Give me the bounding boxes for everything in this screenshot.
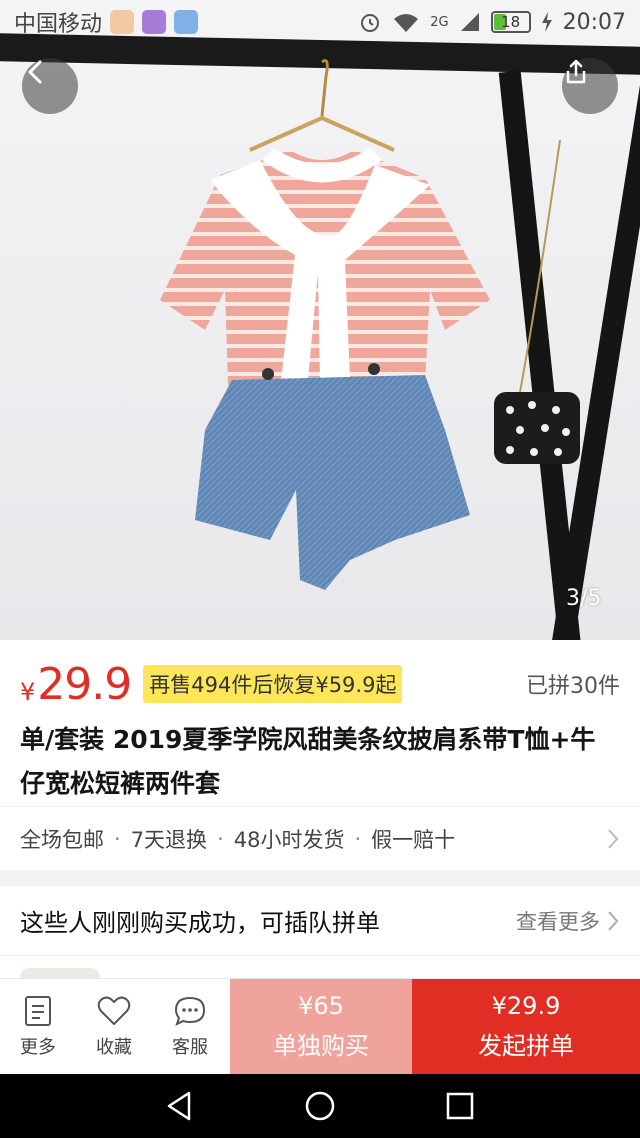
price-restore-tag: 再售494件后恢复¥59.9起 [143,665,403,703]
charging-icon [541,12,552,32]
separator: · [114,826,121,851]
more-button[interactable]: 更多 [0,979,76,1074]
outfit-illustration [160,59,580,590]
chat-bubble-icon [174,996,206,1026]
network-type: 2G [430,14,449,30]
customer-service-button[interactable]: 客服 [152,979,228,1074]
list-icon [25,995,51,1026]
alarm-icon [361,14,380,32]
share-button[interactable] [562,58,618,114]
service-item: 全场包邮 [20,827,104,852]
carrier-name: 中国移动 [14,12,103,37]
group-buy-text: 这些人刚刚购买成功，可插队拼单 [20,909,380,937]
nav-back-icon[interactable] [163,1089,197,1123]
product-title: 单/套装 2019夏季学院风甜美条纹披肩系带T恤+牛仔宽松短裤两件套 [20,725,596,798]
nav-recents-icon[interactable] [443,1089,477,1123]
group-buy-label: 发起拼单 [478,1032,574,1060]
solo-price: ¥65 [298,992,344,1020]
joined-count: 已拼30件 [526,674,620,699]
share-icon [566,59,586,84]
solo-label: 单独购买 [273,1032,369,1060]
image-pager: 3/5 [566,586,602,611]
product-image[interactable]: 3/5 [0,0,640,640]
group-buy-row[interactable]: 这些人刚刚购买成功，可插队拼单 查看更多 [0,886,640,956]
separator: · [354,826,362,851]
heart-icon [97,996,131,1025]
bottom-action-bar: 更多 收藏 客服 ¥65 单独购买 ¥29.9 发起拼单 [0,978,640,1074]
clock: 20:07 [562,9,626,35]
back-button[interactable] [22,58,78,114]
more-label: 更多 [20,1036,56,1058]
buy-alone-button[interactable]: ¥65 单独购买 [230,979,412,1074]
view-more-link[interactable]: 查看更多 [516,906,600,936]
paw-notification-icon [174,10,199,34]
service-item: 假一赔十 [371,827,456,852]
gallery-notification-icon [142,10,167,34]
group-buy-price: ¥29.9 [491,992,561,1020]
separator: · [217,826,224,851]
nav-home-icon[interactable] [303,1089,337,1123]
service-label: 客服 [172,1036,208,1058]
avatar [20,968,100,978]
battery-indicator: 18 [490,11,531,33]
signal-icon [460,13,479,31]
favorite-label: 收藏 [96,1036,132,1058]
service-guarantees[interactable]: 全场包邮 · 7天退换 · 48小时发货 · 假一赔十 [0,806,640,870]
chevron-right-icon [608,910,619,931]
favorite-button[interactable]: 收藏 [76,979,152,1074]
wifi-icon [394,14,419,32]
chevron-right-icon [608,828,619,849]
status-bar: 中国移动 2G 18 20:07 [0,0,640,44]
group-price: 29.9 [37,658,132,710]
section-divider [0,870,640,886]
service-item: 48小时发货 [233,827,345,852]
start-group-buy-button[interactable]: ¥29.9 发起拼单 [412,979,640,1074]
app-notification-icon [110,10,135,34]
chevron-left-icon [28,60,42,84]
service-item: 7天退换 [130,827,208,852]
system-navigation-bar [0,1074,640,1138]
currency-symbol: ¥ [20,678,36,706]
price-row: ¥ 29.9 再售494件后恢复¥59.9起 已拼30件 [0,640,640,728]
